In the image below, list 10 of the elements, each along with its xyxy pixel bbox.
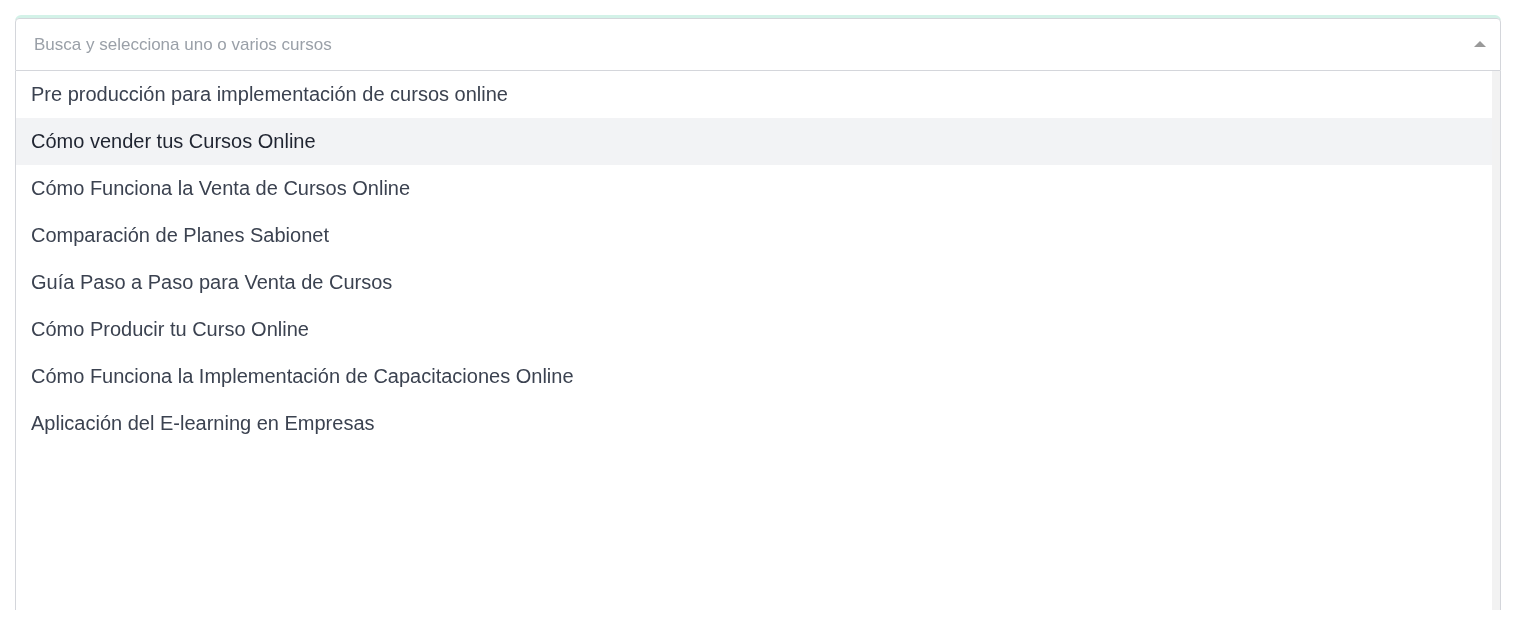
course-option[interactable]: Cómo Funciona la Venta de Cursos Online [16, 165, 1492, 212]
course-option[interactable]: Pre producción para implementación de cursos online [16, 71, 1492, 118]
search-input[interactable]: Busca y selecciona uno o varios cursos [15, 18, 1501, 71]
course-option[interactable]: Cómo Producir tu Curso Online [16, 306, 1492, 353]
course-option[interactable]: Cómo Funciona la Implementación de Capacitaciones Online [16, 353, 1492, 400]
course-option[interactable]: Cómo vender tus Cursos Online [16, 118, 1492, 165]
course-option[interactable]: Comparación de Planes Sabionet [16, 212, 1492, 259]
course-option[interactable]: Aplicación del E-learning en Empresas [16, 400, 1492, 447]
caret-up-icon[interactable] [1473, 40, 1487, 48]
course-option[interactable]: Guía Paso a Paso para Venta de Cursos [16, 259, 1492, 306]
